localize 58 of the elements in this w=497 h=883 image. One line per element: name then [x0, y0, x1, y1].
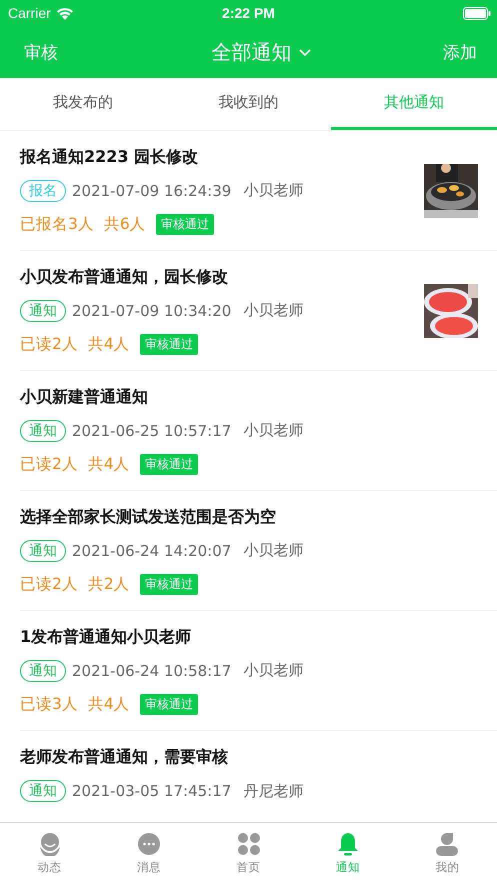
notice-title[interactable]: 小贝新建普通通知 — [20, 386, 478, 408]
tab-bar-item[interactable]: 动态 — [0, 823, 100, 883]
count-text: 已读2人 — [20, 334, 78, 354]
total-text: 共4人 — [88, 694, 130, 714]
author-name: 小贝老师 — [243, 541, 304, 560]
carrier-label: Carrier — [8, 5, 51, 21]
author-name: 小贝老师 — [243, 301, 304, 320]
category-tag: 通知 — [20, 780, 66, 802]
tab-bar-item[interactable]: 首页 — [198, 823, 298, 883]
chevron-down-icon — [298, 48, 312, 56]
add-button[interactable]: 添加 — [439, 36, 481, 68]
battery-icon — [463, 6, 491, 20]
author-name: 丹尼老师 — [243, 782, 304, 800]
notice-title[interactable]: 老师发布普通通知，需要审核 — [20, 747, 478, 768]
author-name: 小贝老师 — [243, 181, 304, 200]
tab-bar-item[interactable]: 消息 — [99, 823, 199, 883]
count-text: 已报名3人 — [20, 214, 94, 234]
author-name: 小贝老师 — [243, 661, 304, 680]
status-badge: 审核通过 — [140, 694, 198, 714]
notice-title[interactable]: 小贝发布普通通知，园长修改 — [20, 266, 424, 288]
tab-bar-item[interactable]: 通知 — [298, 823, 398, 883]
status-time: 2:22 PM — [222, 5, 275, 21]
notice-title[interactable]: 1发布普通通知小贝老师 — [20, 626, 478, 648]
status-badge: 审核通过 — [140, 574, 198, 594]
four-leaf-icon — [236, 831, 262, 857]
publish-time: 2021-06-24 10:58:17 — [72, 662, 232, 680]
count-text: 已读3人 — [20, 694, 78, 714]
publish-time: 2021-03-05 17:45:17 — [72, 782, 232, 800]
notice-title[interactable]: 报名通知2223 园长修改 — [20, 146, 424, 168]
status-badge: 审核通过 — [140, 334, 198, 354]
notice-title[interactable]: 选择全部家长测试发送范围是否为空 — [20, 506, 478, 528]
person-icon — [434, 831, 460, 857]
chat-bubble-icon — [136, 831, 162, 857]
status-badge: 审核通过 — [140, 454, 198, 474]
category-tag: 报名 — [20, 180, 66, 202]
count-text: 已读2人 — [20, 454, 78, 474]
author-name: 小贝老师 — [243, 421, 304, 440]
publish-time: 2021-07-09 16:24:39 — [72, 182, 232, 200]
category-tag: 通知 — [20, 660, 66, 682]
category-tag: 通知 — [20, 540, 66, 562]
tab-bar-item[interactable]: 我的 — [398, 823, 497, 883]
total-text: 共2人 — [88, 574, 130, 594]
filter-dropdown[interactable]: 全部通知 — [208, 34, 316, 70]
tab[interactable]: 其他通知 — [331, 78, 497, 130]
category-tag: 通知 — [20, 300, 66, 322]
total-text: 共6人 — [104, 214, 146, 234]
tab[interactable]: 我发布的 — [0, 78, 166, 130]
review-button[interactable]: 审核 — [20, 36, 62, 68]
status-badge: 审核通过 — [156, 214, 214, 234]
count-text: 已读2人 — [20, 574, 78, 594]
category-tag: 通知 — [20, 420, 66, 442]
total-text: 共4人 — [88, 454, 130, 474]
publish-time: 2021-06-24 14:20:07 — [72, 542, 232, 560]
wifi-icon — [56, 6, 74, 20]
tab[interactable]: 我收到的 — [166, 78, 332, 130]
publish-time: 2021-07-09 10:34:20 — [72, 302, 232, 320]
total-text: 共4人 — [88, 334, 130, 354]
publish-time: 2021-06-25 10:57:17 — [72, 422, 232, 440]
